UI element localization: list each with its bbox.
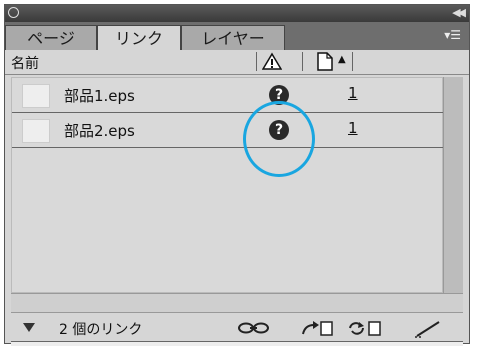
name-column-label[interactable]: 名前: [11, 53, 39, 73]
column-header: 名前 ▲: [5, 50, 469, 75]
go-to-link-icon[interactable]: [301, 320, 335, 336]
links-panel: ◀◀ ページ リンク レイヤー ▾☰ 名前 ▲ 部品1.eps ? 1 部品2.…: [4, 4, 470, 346]
page-icon[interactable]: [317, 52, 333, 71]
link-filename: 部品2.eps: [64, 122, 135, 140]
panel-footer: 2 個のリンク: [5, 314, 469, 342]
panel-bottom-edge: [11, 341, 463, 346]
close-icon[interactable]: [8, 7, 19, 18]
header-divider: [352, 52, 353, 71]
highlight-circle: [243, 101, 315, 177]
page-number-link[interactable]: 1: [348, 84, 358, 102]
tab-links[interactable]: リンク: [97, 25, 181, 51]
info-divider: [11, 293, 463, 313]
collapse-icon[interactable]: ◀◀: [452, 6, 466, 19]
header-divider: [256, 52, 257, 71]
panel-title-bar: ◀◀: [5, 5, 469, 22]
tab-strip: ページ リンク レイヤー ▾☰: [5, 22, 469, 51]
sort-ascending-icon[interactable]: ▲: [338, 54, 346, 65]
expand-triangle-icon[interactable]: [23, 323, 35, 333]
page-number-link[interactable]: 1: [348, 119, 358, 137]
link-filename: 部品1.eps: [64, 87, 135, 105]
tab-pages[interactable]: ページ: [5, 25, 97, 50]
update-link-icon[interactable]: [347, 320, 383, 336]
header-divider: [302, 52, 303, 71]
panel-menu-icon[interactable]: ▾☰: [444, 28, 461, 42]
edit-original-icon[interactable]: [413, 320, 443, 338]
list-item[interactable]: 部品1.eps ? 1: [12, 78, 444, 113]
tab-layers[interactable]: レイヤー: [181, 25, 285, 50]
list-scrollbar[interactable]: [443, 77, 463, 293]
relink-icon[interactable]: [237, 320, 271, 336]
warning-icon[interactable]: [262, 52, 282, 70]
link-list: 部品1.eps ? 1 部品2.eps ? 1: [11, 77, 444, 293]
list-item[interactable]: 部品2.eps ? 1: [12, 113, 444, 148]
thumbnail-icon: [22, 84, 50, 108]
thumbnail-icon: [22, 119, 50, 143]
link-count-label: 2 個のリンク: [59, 322, 143, 338]
